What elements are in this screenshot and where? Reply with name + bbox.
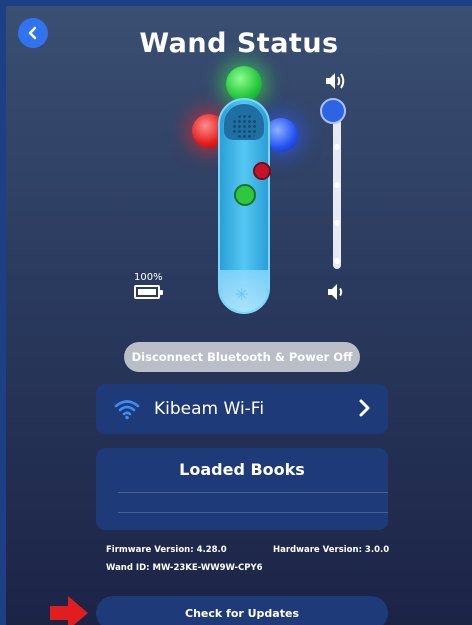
volume-slider-handle[interactable]: [320, 98, 346, 124]
wifi-icon: [114, 400, 140, 420]
wand-red-button: [253, 162, 271, 180]
battery-icon: [134, 285, 163, 299]
wand-illustration: ✳: [186, 66, 301, 316]
loaded-books-title: Loaded Books: [179, 460, 305, 479]
volume-step: [334, 220, 340, 226]
wand-green-button: [234, 184, 256, 206]
chevron-right-icon: [359, 399, 370, 417]
battery-status: 100%: [134, 272, 163, 299]
wand-body: ✳: [218, 98, 271, 314]
loaded-books-panel: Loaded Books: [96, 448, 388, 530]
wand-speaker-grille: [232, 114, 258, 140]
wifi-network-label: Kibeam Wi-Fi: [154, 399, 265, 419]
volume-slider-track[interactable]: [333, 114, 341, 269]
firmware-version: Firmware Version: 4.28.0: [106, 545, 227, 555]
battery-percent: 100%: [134, 272, 163, 283]
page-title: Wand Status: [139, 28, 339, 59]
disconnect-button[interactable]: Disconnect Bluetooth & Power Off: [124, 342, 360, 372]
sparkle-icon: ✳: [235, 285, 249, 304]
hardware-version: Hardware Version: 3.0.0: [273, 545, 390, 555]
volume-step: [334, 182, 340, 188]
list-divider: [118, 512, 388, 513]
volume-step: [334, 144, 340, 150]
speaker-high-icon: [326, 73, 345, 89]
wand-status-screen: Wand Status ✳ 100% Disconnect Bluetooth …: [6, 6, 472, 625]
check-for-updates-button[interactable]: Check for Updates: [96, 596, 388, 625]
red-arrow-icon: [50, 596, 88, 625]
wand-id: Wand ID: MW-23KE-WW9W-CPY6: [106, 563, 263, 573]
green-light: [226, 66, 262, 102]
wifi-settings-row[interactable]: Kibeam Wi-Fi: [96, 384, 388, 434]
battery-fill: [138, 289, 156, 295]
list-divider: [118, 492, 388, 493]
speaker-low-icon: [328, 284, 343, 300]
volume-step: [334, 258, 340, 264]
